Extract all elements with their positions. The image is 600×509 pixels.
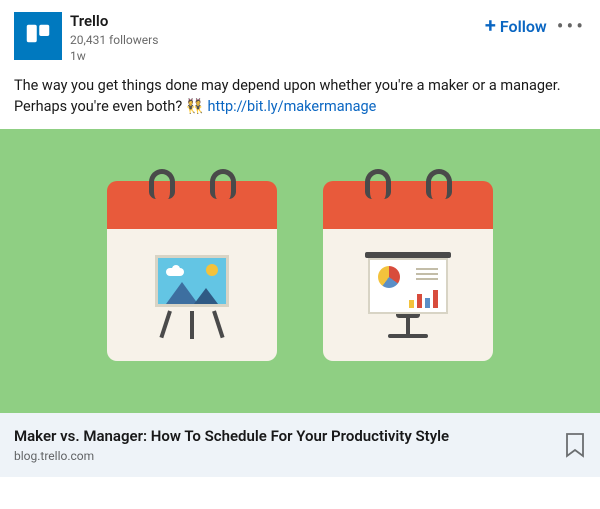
follower-count: 20,431 followers bbox=[70, 32, 485, 49]
company-name[interactable]: Trello bbox=[70, 12, 485, 32]
calendar-maker-illustration bbox=[107, 181, 277, 361]
easel-icon bbox=[152, 251, 232, 339]
calendar-manager-illustration bbox=[323, 181, 493, 361]
post-image[interactable] bbox=[0, 129, 600, 413]
post-meta: Trello 20,431 followers 1w bbox=[70, 12, 485, 65]
link-title: Maker vs. Manager: How To Schedule For Y… bbox=[14, 427, 554, 445]
trello-logo-icon bbox=[23, 21, 53, 51]
post-header: Trello 20,431 followers 1w + Follow ••• bbox=[0, 0, 600, 73]
header-actions: + Follow ••• bbox=[485, 16, 586, 36]
bookmark-icon bbox=[564, 432, 586, 458]
post-link[interactable]: http://bit.ly/makermanage bbox=[207, 98, 376, 115]
link-preview-card[interactable]: Maker vs. Manager: How To Schedule For Y… bbox=[0, 413, 600, 477]
company-avatar[interactable] bbox=[14, 12, 62, 60]
post-time: 1w bbox=[70, 48, 485, 65]
plus-icon: + bbox=[485, 17, 496, 33]
follow-button[interactable]: + Follow bbox=[485, 17, 547, 36]
post-body: The way you get things done may depend u… bbox=[0, 73, 600, 129]
save-bookmark-button[interactable] bbox=[564, 432, 586, 458]
link-source: blog.trello.com bbox=[14, 449, 554, 463]
follow-label: Follow bbox=[500, 17, 547, 36]
emoji-dancers: 👯 bbox=[186, 96, 204, 117]
post-card: Trello 20,431 followers 1w + Follow ••• … bbox=[0, 0, 600, 477]
link-text-block: Maker vs. Manager: How To Schedule For Y… bbox=[14, 427, 554, 463]
more-options-button[interactable]: ••• bbox=[557, 16, 586, 36]
presentation-icon bbox=[365, 252, 451, 338]
